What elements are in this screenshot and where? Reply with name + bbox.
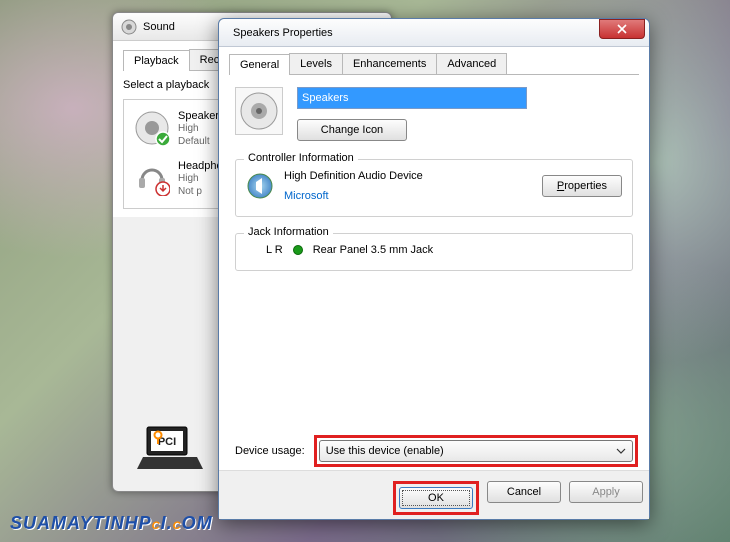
speakers-device-icon xyxy=(134,110,170,146)
cancel-button[interactable]: Cancel xyxy=(487,481,561,503)
dialog-button-row: OK Cancel Apply xyxy=(219,470,649,519)
device-icon-preview xyxy=(235,87,283,135)
tab-advanced[interactable]: Advanced xyxy=(436,53,507,74)
change-icon-button[interactable]: Change Icon xyxy=(297,119,407,141)
watermark-laptop-icon: PCI xyxy=(135,422,205,477)
device-usage-dropdown[interactable]: Use this device (enable) xyxy=(319,440,633,462)
props-tabs: General Levels Enhancements Advanced xyxy=(229,53,639,75)
vendor-link[interactable]: Microsoft xyxy=(284,190,532,202)
tab-levels[interactable]: Levels xyxy=(289,53,343,74)
jack-info-group: Jack Information L R Rear Panel 3.5 mm J… xyxy=(235,233,633,271)
controller-legend: Controller Information xyxy=(244,152,358,164)
jack-color-dot xyxy=(293,245,303,255)
tab-playback[interactable]: Playback xyxy=(123,50,190,71)
jack-legend: Jack Information xyxy=(244,226,333,238)
tab-enhancements[interactable]: Enhancements xyxy=(342,53,437,74)
sound-title: Sound xyxy=(143,21,175,33)
device-name-input[interactable] xyxy=(297,87,527,109)
jack-desc: Rear Panel 3.5 mm Jack xyxy=(313,244,433,256)
ok-button[interactable]: OK xyxy=(399,487,473,509)
controller-info-group: Controller Information High Definition A… xyxy=(235,159,633,217)
props-titlebar[interactable]: Speakers Properties xyxy=(219,19,649,47)
tab-general[interactable]: General xyxy=(229,54,290,75)
controller-properties-button[interactable]: Properties xyxy=(542,175,622,197)
controller-name: High Definition Audio Device xyxy=(284,170,532,182)
close-icon xyxy=(616,24,628,34)
speaker-icon xyxy=(121,19,137,35)
device-usage-label: Device usage: xyxy=(235,445,305,457)
speakers-properties-window: Speakers Properties General Levels Enhan… xyxy=(218,18,650,520)
apply-button[interactable]: Apply xyxy=(569,481,643,503)
watermark-text: SUAMAYTINHPCI.COM xyxy=(10,513,213,534)
usage-value: Use this device (enable) xyxy=(326,445,444,457)
props-title: Speakers Properties xyxy=(233,27,333,39)
chevron-down-icon xyxy=(616,448,626,454)
audio-device-icon xyxy=(246,172,274,200)
headphones-device-icon xyxy=(134,160,170,196)
jack-channels: L R xyxy=(266,244,283,256)
close-button[interactable] xyxy=(599,19,645,39)
